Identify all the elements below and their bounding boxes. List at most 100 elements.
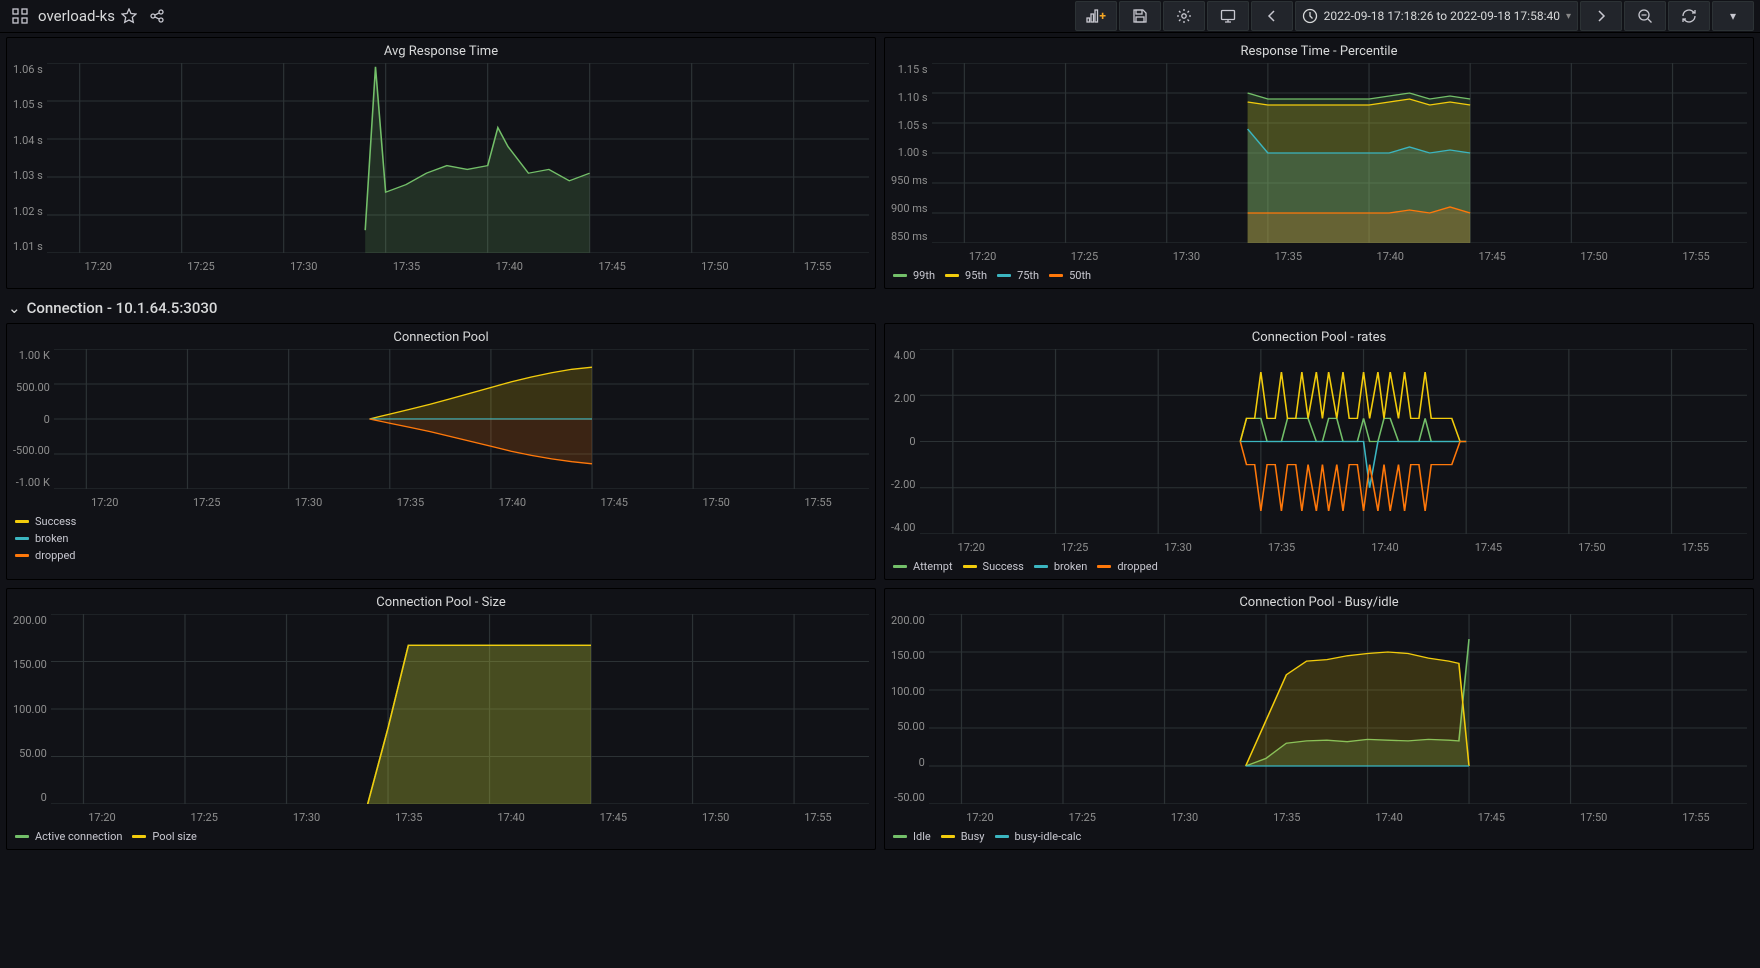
legend-item[interactable]: broken xyxy=(1034,560,1087,573)
ytick: 100.00 xyxy=(13,703,47,716)
xtick: 17:55 xyxy=(1645,250,1747,263)
ytick: -500.00 xyxy=(13,444,50,457)
legend-item[interactable]: broken xyxy=(15,532,867,545)
ytick: 1.00 s xyxy=(898,146,928,159)
settings-button[interactable] xyxy=(1163,1,1205,31)
legend: Idle Busy busy-idle-calc xyxy=(891,824,1747,843)
time-back-button[interactable] xyxy=(1251,1,1293,31)
xtick: 17:25 xyxy=(150,260,253,273)
legend-label: broken xyxy=(35,532,68,545)
xtick: 17:45 xyxy=(561,260,664,273)
ytick: 0 xyxy=(909,435,915,448)
ytick: 150.00 xyxy=(13,658,47,671)
section-connection-header[interactable]: ⌄ Connection - 10.1.64.5:3030 xyxy=(8,299,1752,317)
legend-item[interactable]: 75th xyxy=(997,269,1039,282)
panel-title: Connection Pool - Size xyxy=(13,595,869,610)
legend-item[interactable]: Success xyxy=(963,560,1024,573)
time-picker-button[interactable]: 2022-09-18 17:18:26 to 2022-09-18 17:58:… xyxy=(1295,1,1578,31)
panel-title: Connection Pool - rates xyxy=(891,330,1747,345)
section-title: Connection - 10.1.64.5:3030 xyxy=(27,299,218,317)
star-icon[interactable] xyxy=(115,2,143,30)
legend-item[interactable]: 99th xyxy=(893,269,935,282)
legend-label: 95th xyxy=(965,269,987,282)
zoom-out-button[interactable] xyxy=(1624,1,1666,31)
xtick: 17:20 xyxy=(929,811,1031,824)
legend-item[interactable]: dropped xyxy=(1097,560,1158,573)
legend-item[interactable]: Success xyxy=(15,515,867,528)
chevron-down-icon: ⌄ xyxy=(8,299,21,317)
time-forward-button[interactable] xyxy=(1580,1,1622,31)
ytick: 1.03 s xyxy=(13,169,43,182)
legend-item[interactable]: Idle xyxy=(893,830,931,843)
ytick: 1.05 s xyxy=(898,119,928,132)
legend-item[interactable]: Active connection xyxy=(15,830,122,843)
xtick: 17:55 xyxy=(1645,811,1747,824)
panel-title: Connection Pool - Busy/idle xyxy=(891,595,1747,610)
chevron-down-icon: ▾ xyxy=(1730,9,1736,23)
xtick: 17:40 xyxy=(1338,811,1440,824)
legend-label: Idle xyxy=(913,830,931,843)
legend: Attempt Success broken dropped xyxy=(891,554,1747,573)
xtick: 17:35 xyxy=(1237,250,1339,263)
xtick: 17:35 xyxy=(1230,541,1333,554)
legend-label: Success xyxy=(983,560,1024,573)
legend: Active connection Pool size xyxy=(13,824,869,843)
ytick: 200.00 xyxy=(13,614,47,627)
panel-avg-response-time[interactable]: Avg Response Time 1.06 s1.05 s1.04 s1.03… xyxy=(6,37,876,289)
refresh-dropdown-button[interactable]: ▾ xyxy=(1712,1,1754,31)
ytick: 900 ms xyxy=(891,202,928,215)
tv-mode-button[interactable] xyxy=(1207,1,1249,31)
panel-title: Response Time - Percentile xyxy=(891,44,1747,59)
xtick: 17:50 xyxy=(1543,250,1645,263)
ytick: 850 ms xyxy=(891,230,928,243)
ytick: 1.01 s xyxy=(13,240,43,253)
legend-item[interactable]: busy-idle-calc xyxy=(995,830,1082,843)
xtick: 17:40 xyxy=(1333,541,1436,554)
toolbar-right: + 2022-09-18 17:18:26 to 2022-09-18 17:5… xyxy=(1075,1,1754,31)
xtick: 17:40 xyxy=(461,496,563,509)
time-range-text: 2022-09-18 17:18:26 to 2022-09-18 17:58:… xyxy=(1324,9,1560,23)
panel-connection-pool[interactable]: Connection Pool 1.00 K500.000-500.00-1.0… xyxy=(6,323,876,580)
xtick: 17:25 xyxy=(153,811,255,824)
ytick: 1.00 K xyxy=(19,349,50,362)
xtick: 17:45 xyxy=(1437,541,1540,554)
legend-label: 99th xyxy=(913,269,935,282)
xtick: 17:25 xyxy=(1031,811,1133,824)
legend-item[interactable]: Attempt xyxy=(893,560,953,573)
panel-response-time-percentile[interactable]: Response Time - Percentile 1.15 s 1.10 s 1… xyxy=(884,37,1754,289)
save-button[interactable] xyxy=(1119,1,1161,31)
ytick: 1.10 s xyxy=(898,91,928,104)
legend-item[interactable]: Pool size xyxy=(132,830,196,843)
dashboard-grid-icon[interactable] xyxy=(6,2,34,30)
legend-item[interactable]: 50th xyxy=(1049,269,1091,282)
dashboard-title[interactable]: overload-ks xyxy=(38,7,115,25)
legend-item[interactable]: 95th xyxy=(945,269,987,282)
legend-item[interactable]: dropped xyxy=(15,549,867,562)
ytick: 1.15 s xyxy=(898,63,928,76)
panel-connection-pool-size[interactable]: Connection Pool - Size 200.00 150.00 100.0… xyxy=(6,588,876,850)
share-icon[interactable] xyxy=(143,2,171,30)
xtick: 17:50 xyxy=(665,811,767,824)
xtick: 17:30 xyxy=(258,496,360,509)
xtick: 17:40 xyxy=(460,811,562,824)
legend-label: 75th xyxy=(1017,269,1039,282)
xtick: 17:20 xyxy=(54,496,156,509)
xtick: 17:50 xyxy=(665,496,767,509)
legend-item[interactable]: Busy xyxy=(941,830,985,843)
ytick: 950 ms xyxy=(891,174,928,187)
panel-connection-pool-busy-idle[interactable]: Connection Pool - Busy/idle 200.00150.00… xyxy=(884,588,1754,850)
add-panel-button[interactable]: + xyxy=(1075,1,1117,31)
xtick: 17:50 xyxy=(1543,811,1645,824)
xtick: 17:35 xyxy=(1236,811,1338,824)
legend-label: dropped xyxy=(35,549,76,562)
xtick: 17:55 xyxy=(767,811,869,824)
refresh-button[interactable] xyxy=(1668,1,1710,31)
xtick: 17:50 xyxy=(1540,541,1643,554)
panel-connection-pool-rates[interactable]: Connection Pool - rates 4.002.000-2.00-4… xyxy=(884,323,1754,580)
xtick: 17:45 xyxy=(562,811,664,824)
ytick: 1.06 s xyxy=(13,63,43,76)
legend-label: Attempt xyxy=(913,560,953,573)
ytick: 50.00 xyxy=(19,747,47,760)
ytick: 1.02 s xyxy=(13,205,43,218)
xtick: 17:50 xyxy=(663,260,766,273)
